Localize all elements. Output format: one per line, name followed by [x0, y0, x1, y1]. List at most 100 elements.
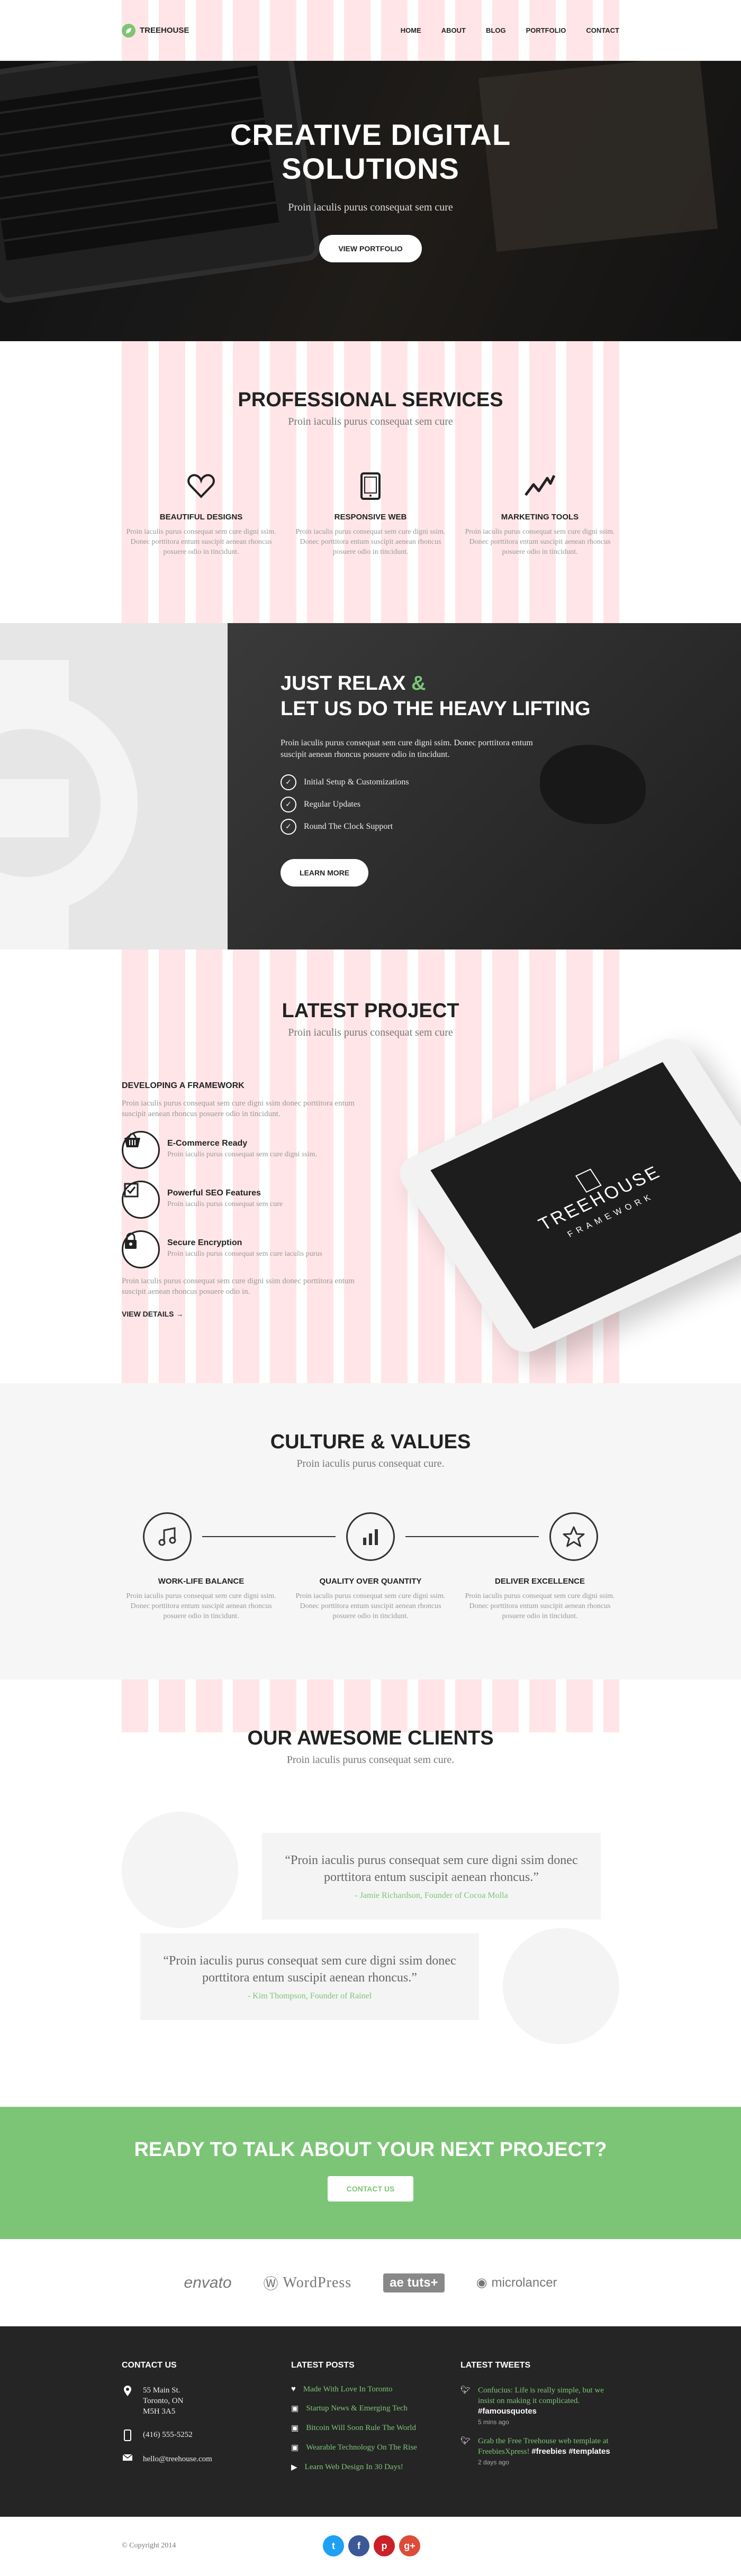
main-nav: HOME ABOUT BLOG PORTFOLIO CONTACT [401, 26, 619, 34]
partner-wordpress[interactable]: Ⓦ WordPress [264, 2272, 352, 2294]
clients-title: OUR AWESOME CLIENTS [247, 1727, 494, 1749]
value-item: WORK-LIFE BALANCE Proin iaculis purus con… [126, 1577, 276, 1620]
culture-title: CULTURE & VALUES [270, 1431, 471, 1453]
partners-strip: envato Ⓦ WordPress ae tuts+ ◉ microlancer [0, 2239, 741, 2326]
logo-text: TREEHOUSE [140, 26, 189, 35]
relax-title: JUST RELAX & LET US DO THE HEAVY LIFTING [281, 672, 591, 720]
nav-portfolio[interactable]: PORTFOLIO [526, 26, 566, 34]
gear-icon [0, 660, 138, 949]
services-title: PROFESSIONAL SERVICES [238, 389, 503, 411]
value-item: DELIVER EXCELLENCE Proin iaculis purus co… [465, 1577, 615, 1620]
footer-tweets: LATEST TWEETS 🐦︎ Confucius: Life is real… [460, 2361, 619, 2482]
tweet: 🐦︎ Grab the Free Treehouse web template … [460, 2436, 619, 2468]
nav-contact[interactable]: CONTACT [586, 26, 619, 34]
twitter-bird-icon: 🐦︎ [460, 2386, 471, 2395]
site-header: TREEHOUSE HOME ABOUT BLOG PORTFOLIO CONT… [0, 0, 741, 61]
service-item: BEAUTIFUL DESIGNS Proin iaculis purus co… [122, 470, 281, 557]
list-item: ✓ Round The Clock Support [281, 816, 741, 838]
envelope-icon [122, 2454, 133, 2464]
twitter-bird-icon: 🐦︎ [460, 2437, 471, 2445]
play-icon: ▶ [291, 2463, 297, 2472]
culture-subtitle: Proin iaculis purus consequat cure. [296, 1458, 445, 1469]
partner-envato[interactable]: envato [184, 2274, 231, 2292]
email-link[interactable]: hello@treehouse.com [143, 2454, 212, 2464]
checkbox-icon [122, 1181, 160, 1219]
avatar [122, 1812, 238, 1928]
post-link[interactable]: ▣ Bitcoin Will Soon Rule The World [291, 2423, 450, 2433]
footer-contact: CONTACT US 55 Main St. Toronto, ON M5H 3A5… [122, 2361, 212, 2464]
tweet: 🐦︎ Confucius: Life is really simple, but… [460, 2385, 619, 2427]
chart-line-icon [460, 470, 619, 502]
footer-posts: LATEST POSTS ♥ Made With Love In Toronto … [291, 2361, 450, 2482]
post-link[interactable]: ▣ Startup News & Emerging Tech [291, 2404, 450, 2414]
post-link[interactable]: ♥ Made With Love In Toronto [291, 2385, 450, 2394]
image-icon: ▣ [291, 2405, 299, 2413]
relax-section: JUST RELAX & LET US DO THE HEAVY LIFTING … [0, 623, 741, 949]
check-icon: ✓ [281, 774, 296, 790]
phone-text: (416) 555-5252 [143, 2431, 193, 2439]
phone-icon [122, 2429, 133, 2441]
nav-about[interactable]: ABOUT [441, 26, 466, 34]
star-icon [549, 1512, 598, 1561]
post-link[interactable]: ▶ Learn Web Design In 30 Days! [291, 2462, 450, 2472]
view-details-link[interactable]: VIEW DETAILS → [122, 1310, 183, 1318]
post-link[interactable]: ▣ Wearable Technology On The Rise [291, 2443, 450, 2453]
location-pin-icon [122, 2385, 133, 2417]
arrow-right-icon: → [176, 1310, 184, 1318]
heart-icon: ♥ [291, 2385, 296, 2394]
view-portfolio-button[interactable]: VIEW PORTFOLIO [319, 235, 422, 262]
nav-home[interactable]: HOME [401, 26, 421, 34]
twitter-icon[interactable]: t [323, 2535, 344, 2556]
logo[interactable]: TREEHOUSE [122, 23, 189, 38]
google-plus-icon[interactable]: g+ [399, 2535, 420, 2556]
clients-subtitle: Proin iaculis purus consequat sem cure. [286, 1754, 455, 1766]
pinterest-icon[interactable]: p [374, 2535, 395, 2556]
project-title: LATEST PROJECT [282, 1000, 459, 1022]
partner-microlancer[interactable]: ◉ microlancer [476, 2275, 557, 2290]
services-section: PROFESSIONAL SERVICES Proin iaculis puru… [0, 341, 741, 623]
learn-more-button[interactable]: LEARN MORE [281, 859, 369, 887]
basket-icon [122, 1131, 160, 1169]
leaf-icon [122, 23, 135, 38]
feature-item: E-Commerce Ready Proin iaculis purus cons… [122, 1129, 370, 1169]
bottom-bar: © Copyright 2014 t f p g+ [0, 2517, 741, 2575]
hero-section: CREATIVE DIGITAL SOLUTIONS Proin iaculis … [0, 61, 741, 341]
lock-icon [122, 1230, 160, 1268]
wordpress-icon: Ⓦ [263, 2276, 279, 2292]
project-heading: DEVELOPING A FRAMEWORK [122, 1081, 245, 1090]
project-subtitle: Proin iaculis purus consequat sem cure [288, 1027, 453, 1038]
heart-icon [122, 470, 281, 502]
image-icon: ▣ [291, 2444, 299, 2452]
tablet-icon [291, 470, 450, 502]
check-icon: ✓ [281, 819, 296, 835]
nav-blog[interactable]: BLOG [486, 26, 506, 34]
feature-item: Secure Encryption Proin iaculis purus con… [122, 1228, 370, 1268]
list-item: ✓ Regular Updates [281, 793, 741, 816]
image-icon: ▣ [291, 2424, 299, 2433]
service-item: MARKETING TOOLS Proin iaculis purus cons… [460, 470, 619, 557]
relax-text: Proin iaculis purus consequat sem cure d… [281, 738, 533, 759]
relax-list: ✓ Initial Setup & Customizations ✓ Regular… [281, 771, 741, 838]
testimonial: Proin iaculis purus consequat sem cure d… [262, 1833, 601, 1920]
cta-title: READY TO TALK ABOUT YOUR NEXT PROJECT? [134, 2139, 607, 2161]
service-item: RESPONSIVE WEB Proin iaculis purus conse… [291, 470, 450, 557]
culture-section: CULTURE & VALUES Proin iaculis purus con… [0, 1383, 741, 1679]
list-item: ✓ Initial Setup & Customizations [281, 771, 741, 793]
check-icon: ✓ [281, 797, 296, 812]
site-footer: CONTACT US 55 Main St. Toronto, ON M5H 3A5… [0, 2326, 741, 2517]
hero-title: CREATIVE DIGITAL SOLUTIONS [230, 118, 511, 185]
bar-chart-icon [346, 1512, 395, 1561]
value-item: QUALITY OVER QUANTITY Proin iaculis purus… [295, 1577, 446, 1620]
microlancer-icon: ◉ [476, 2276, 487, 2290]
clients-section: OUR AWESOME CLIENTS Proin iaculis purus … [0, 1679, 741, 2107]
feature-item: Powerful SEO Features Proin iaculis purus… [122, 1179, 370, 1219]
partner-tuts[interactable]: ae tuts+ [383, 2273, 445, 2292]
facebook-icon[interactable]: f [348, 2535, 369, 2556]
social-links: t f p g+ [323, 2535, 420, 2556]
hero-subtitle: Proin iaculis purus consequat sem cure [288, 202, 453, 213]
copyright: © Copyright 2014 [122, 2542, 176, 2550]
testimonial: Proin iaculis purus consequat sem cure d… [140, 1933, 479, 2020]
contact-us-button[interactable]: CONTACT US [327, 2176, 414, 2202]
project-intro: Proin iaculis purus consequat sem cure d… [122, 1099, 355, 1118]
project-outro: Proin iaculis purus consequat sem cure d… [122, 1277, 355, 1296]
